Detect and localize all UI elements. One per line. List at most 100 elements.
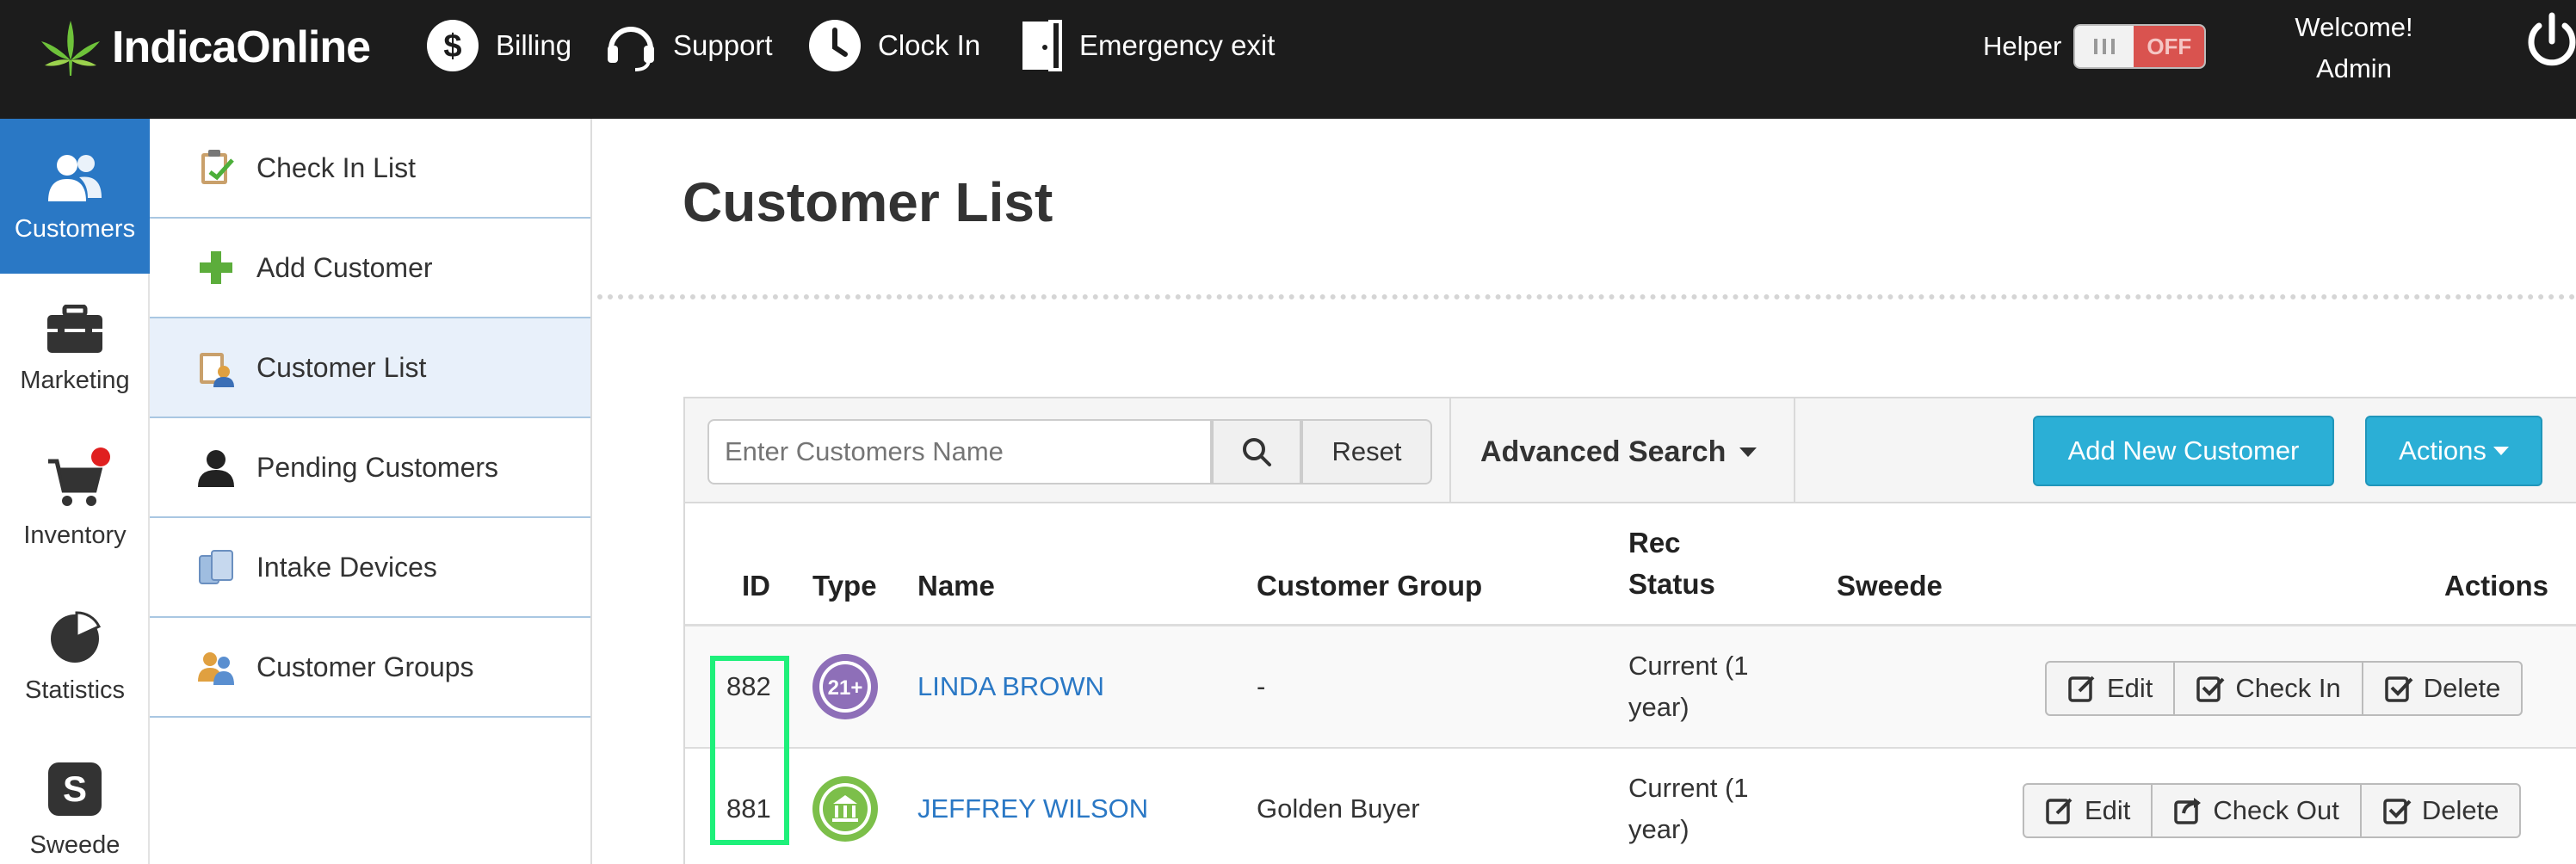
share-out-icon bbox=[2174, 798, 2202, 824]
cell-rec-status: Current (1 year) bbox=[1628, 645, 1749, 728]
power-icon[interactable] bbox=[2522, 10, 2576, 71]
submenu-label: Intake Devices bbox=[256, 551, 437, 583]
col-header-id[interactable]: ID bbox=[742, 565, 770, 607]
row-action-buttons: Edit Check Out Delete bbox=[2023, 783, 2522, 838]
top-bar: IndicaOnline $ Billing Support Clock In … bbox=[0, 0, 2576, 119]
customer-search-input[interactable] bbox=[707, 419, 1212, 484]
cell-rec-status: Current (1 year) bbox=[1628, 768, 1749, 850]
delete-label: Delete bbox=[2423, 673, 2501, 703]
check-out-label: Check Out bbox=[2213, 795, 2339, 825]
actions-label: Actions bbox=[2399, 435, 2486, 466]
user-welcome: Welcome! Admin bbox=[2264, 7, 2444, 89]
page-title: Customer List bbox=[683, 171, 1053, 233]
rail-statistics[interactable]: Statistics bbox=[0, 583, 150, 738]
nav-clock-in-label: Clock In bbox=[878, 29, 981, 61]
rec-status-line2: year) bbox=[1628, 692, 1690, 722]
devices-icon bbox=[199, 550, 233, 584]
pie-chart-icon bbox=[51, 611, 102, 663]
col-header-rec: Rec bbox=[1628, 527, 1681, 559]
notification-dot bbox=[91, 447, 110, 466]
age-21-plus-icon: 21+ bbox=[812, 654, 878, 719]
submenu-customer-groups[interactable]: Customer Groups bbox=[150, 618, 590, 718]
group-icon bbox=[198, 652, 234, 685]
rec-status-line1: Current (1 bbox=[1628, 773, 1749, 803]
col-header-rec-status[interactable]: Rec Status bbox=[1628, 522, 1715, 605]
col-header-sweede[interactable]: Sweede bbox=[1837, 565, 1943, 607]
col-header-customer-group[interactable]: Customer Group bbox=[1257, 565, 1482, 607]
rail-label-sweede: Sweede bbox=[29, 831, 120, 859]
submenu-label: Customer List bbox=[256, 351, 427, 383]
toggle-handle bbox=[2075, 26, 2134, 67]
col-header-actions: Actions bbox=[2444, 570, 2549, 602]
state-medical-seal-icon bbox=[812, 776, 878, 842]
col-header-name[interactable]: Name bbox=[917, 565, 995, 607]
cannabis-leaf-icon bbox=[41, 21, 100, 76]
module-rail: Customers Marketing Inventory Statistics… bbox=[0, 119, 150, 864]
rec-status-line1: Current (1 bbox=[1628, 651, 1749, 681]
customer-table-panel: Reset Advanced Search Add New Customer A… bbox=[683, 397, 2576, 864]
col-header-type[interactable]: Type bbox=[812, 565, 877, 607]
app-name: IndicaOnline bbox=[112, 22, 371, 72]
submenu-add-customer[interactable]: Add Customer bbox=[150, 219, 590, 318]
helper-label: Helper bbox=[1983, 31, 2062, 61]
customer-name-link[interactable]: JEFFREY WILSON bbox=[917, 788, 1148, 830]
person-icon bbox=[198, 450, 234, 487]
nav-support[interactable]: Support bbox=[604, 15, 773, 76]
nav-emergency-exit[interactable]: Emergency exit bbox=[1019, 15, 1275, 76]
rail-sweede[interactable]: S Sweede bbox=[0, 738, 150, 864]
edit-label: Edit bbox=[2107, 673, 2153, 703]
check-in-button[interactable]: Check In bbox=[2173, 661, 2363, 716]
delete-button[interactable]: Delete bbox=[2359, 783, 2522, 838]
search-button[interactable] bbox=[1212, 419, 1301, 484]
edit-button[interactable]: Edit bbox=[2045, 661, 2176, 716]
cell-customer-group: - bbox=[1257, 671, 1266, 701]
submenu-pending-customers[interactable]: Pending Customers bbox=[150, 418, 590, 518]
rail-inventory[interactable]: Inventory bbox=[0, 429, 150, 583]
search-icon bbox=[1243, 438, 1271, 466]
check-out-button[interactable]: Check Out bbox=[2151, 783, 2362, 838]
customer-name-link[interactable]: LINDA BROWN bbox=[917, 666, 1104, 707]
checkbox-icon bbox=[2383, 799, 2412, 824]
submenu-customer-list[interactable]: Customer List bbox=[150, 318, 590, 418]
toggle-state: OFF bbox=[2134, 26, 2205, 67]
submenu-label: Add Customer bbox=[256, 251, 433, 283]
edit-icon bbox=[2046, 798, 2073, 824]
submenu-label: Customer Groups bbox=[256, 651, 474, 682]
door-exit-icon bbox=[1022, 20, 1062, 71]
edit-label: Edit bbox=[2085, 795, 2131, 825]
rail-marketing[interactable]: Marketing bbox=[0, 274, 150, 429]
title-divider bbox=[597, 294, 2576, 299]
edit-button[interactable]: Edit bbox=[2023, 783, 2153, 838]
helper-toggle[interactable]: OFF bbox=[2073, 24, 2207, 69]
type-badge-text: 21+ bbox=[828, 676, 863, 700]
table-row: 881 JEFFREY WILSON Golden Buyer Current … bbox=[685, 750, 2576, 864]
table-toolbar: Reset Advanced Search Add New Customer A… bbox=[685, 398, 2576, 503]
users-icon bbox=[48, 155, 102, 201]
clock-icon bbox=[809, 20, 861, 71]
check-in-label: Check In bbox=[2235, 673, 2341, 703]
reset-button[interactable]: Reset bbox=[1301, 419, 1432, 484]
submenu-label: Check In List bbox=[256, 151, 416, 183]
advanced-search-dropdown[interactable]: Advanced Search bbox=[1480, 423, 1757, 481]
customer-list-icon bbox=[200, 353, 234, 387]
checkbox-icon bbox=[2385, 676, 2413, 702]
sweede-icon: S bbox=[48, 762, 102, 816]
row-action-buttons: Edit Check In Delete bbox=[2045, 661, 2523, 716]
helper-toggle-group: Helper OFF bbox=[1983, 24, 2207, 69]
actions-dropdown-button[interactable]: Actions bbox=[2365, 416, 2542, 486]
nav-support-label: Support bbox=[673, 29, 773, 61]
nav-billing[interactable]: $ Billing bbox=[425, 15, 571, 76]
delete-button[interactable]: Delete bbox=[2361, 661, 2523, 716]
edit-icon bbox=[2068, 676, 2095, 702]
app-logo[interactable]: IndicaOnline bbox=[38, 17, 371, 77]
rail-customers[interactable]: Customers bbox=[0, 119, 150, 274]
submenu-check-in-list[interactable]: Check In List bbox=[150, 119, 590, 219]
nav-billing-label: Billing bbox=[496, 29, 572, 61]
submenu-intake-devices[interactable]: Intake Devices bbox=[150, 518, 590, 618]
add-new-customer-button[interactable]: Add New Customer bbox=[2033, 416, 2334, 486]
nav-clock-in[interactable]: Clock In bbox=[807, 15, 980, 76]
submenu-label: Pending Customers bbox=[256, 451, 499, 483]
dollar-icon: $ bbox=[427, 20, 479, 71]
toolbar-divider bbox=[1794, 398, 1795, 502]
svg-text:$: $ bbox=[443, 28, 461, 65]
